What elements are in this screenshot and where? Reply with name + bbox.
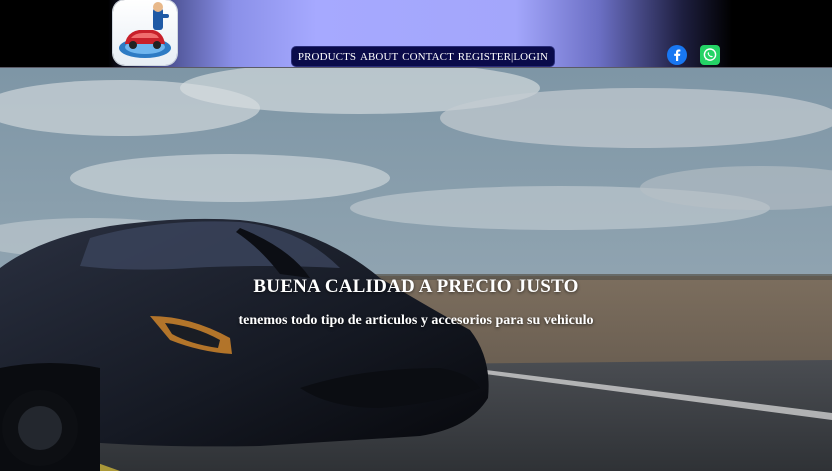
hero-section: BUENA CALIDAD A PRECIO JUSTO tenemos tod… [0, 68, 832, 471]
sports-car-on-road-image [0, 68, 832, 471]
site-header: PRODUCTS ABOUT CONTACT REGISTER|LOGIN [0, 0, 832, 68]
nav-register-login[interactable]: REGISTER|LOGIN [458, 51, 548, 63]
facebook-icon[interactable] [667, 45, 687, 65]
hero-subtitle: tenemos todo tipo de articulos y accesor… [238, 313, 594, 328]
hero-title: BUENA CALIDAD A PRECIO JUSTO [253, 276, 579, 297]
mechanic-car-logo-icon[interactable] [113, 0, 177, 65]
whatsapp-icon[interactable] [700, 45, 720, 65]
nav-products[interactable]: PRODUCTS [298, 51, 356, 63]
main-nav: PRODUCTS ABOUT CONTACT REGISTER|LOGIN [291, 46, 555, 67]
nav-about[interactable]: ABOUT [360, 51, 398, 63]
nav-contact[interactable]: CONTACT [402, 51, 454, 63]
